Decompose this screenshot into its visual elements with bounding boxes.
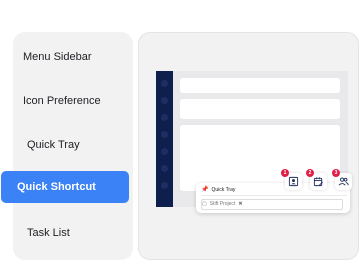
- step-badge: 3: [332, 169, 340, 177]
- pin-icon: 📌: [201, 187, 209, 193]
- preview-sidebar-dot: [161, 114, 168, 121]
- preview-sidebar-dot: [161, 131, 168, 138]
- preview-sidebar-dot: [161, 80, 168, 87]
- step-badge: 1: [281, 169, 289, 177]
- preview-sidebar-dot: [161, 97, 168, 104]
- preview-sidebar-dot: [161, 148, 168, 155]
- menu-item-menu-sidebar[interactable]: Menu Sidebar: [23, 50, 92, 64]
- menu-item-quick-shortcut[interactable]: Quick Shortcut: [1, 171, 129, 203]
- close-icon[interactable]: ✖: [238, 200, 242, 209]
- person-card-icon: [288, 176, 299, 187]
- quick-tray-label: Quick Tray: [211, 187, 236, 193]
- project-chip[interactable]: ▢ Stift Project ✖: [201, 199, 343, 210]
- preview-header-bar: [180, 78, 340, 93]
- menu-item-task-list[interactable]: Task List: [27, 226, 70, 240]
- preview-sidebar-dot: [161, 182, 168, 189]
- preview-sidebar-dot: [161, 165, 168, 172]
- people-icon: [338, 177, 349, 186]
- calendar-edit-icon: [313, 177, 323, 187]
- menu-item-quick-tray[interactable]: Quick Tray: [27, 138, 80, 152]
- menu-item-icon-preference[interactable]: Icon Preference: [23, 94, 101, 108]
- step-badge: 2: [306, 169, 314, 177]
- preview-content-block: [180, 99, 340, 119]
- folder-icon: ▢: [202, 201, 207, 207]
- project-chip-label: Stift Project: [209, 201, 236, 207]
